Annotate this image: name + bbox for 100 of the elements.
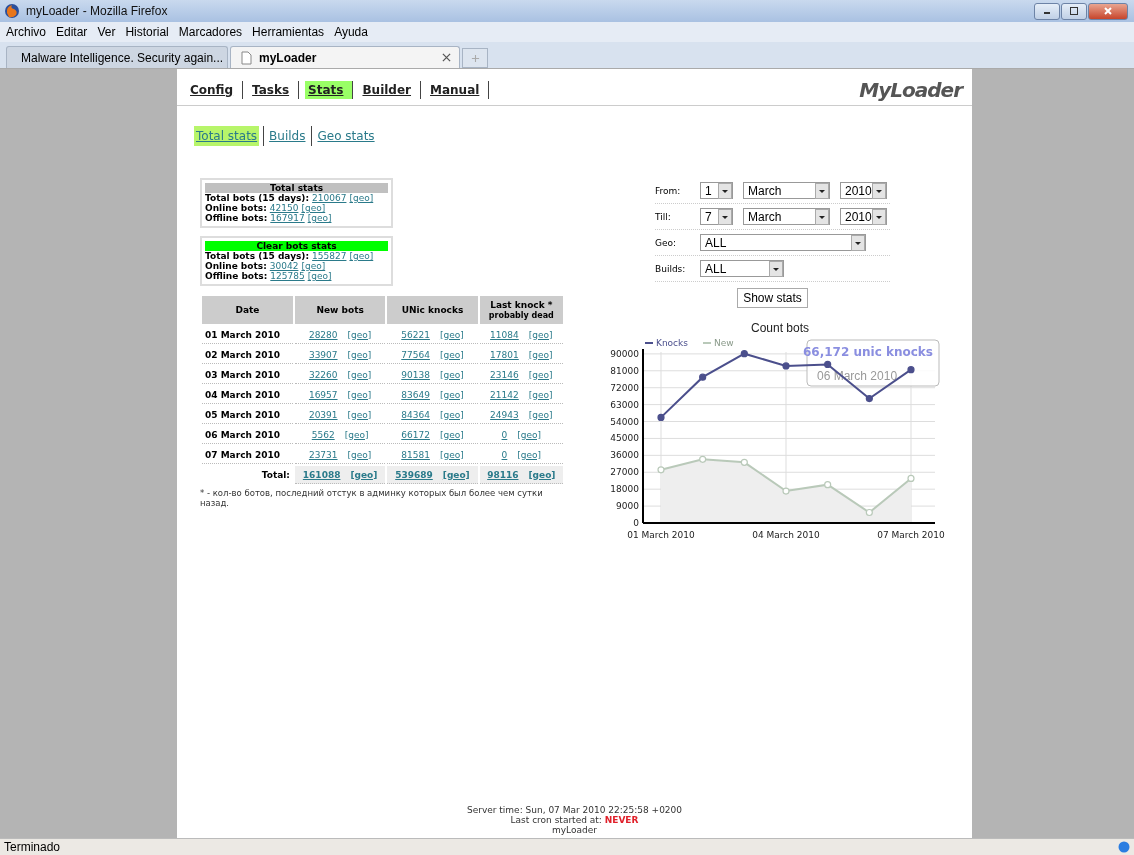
sub-nav-link[interactable]: Geo stats [311, 126, 377, 146]
close-icon[interactable] [442, 53, 451, 62]
geo-link[interactable]: [geo] [528, 409, 553, 420]
count-link[interactable]: 0 [501, 449, 508, 460]
nav-link[interactable]: Tasks [249, 81, 300, 99]
data-point[interactable] [699, 373, 707, 381]
geo-link[interactable]: [geo] [439, 369, 464, 380]
menu-item[interactable]: Editar [56, 25, 88, 39]
stat-value-link[interactable]: 42150 [269, 203, 299, 213]
geo-link[interactable]: [geo] [347, 349, 372, 360]
nav-link[interactable]: Builder [359, 81, 421, 99]
geo-link[interactable]: [geo] [439, 389, 464, 400]
count-link[interactable]: 23146 [490, 369, 519, 380]
browser-tab[interactable]: Malware Intelligence. Security again... [6, 46, 228, 68]
legend-item[interactable]: New [702, 338, 734, 348]
stat-value-link[interactable]: 125785 [270, 271, 305, 281]
data-point[interactable] [907, 366, 915, 374]
menu-item[interactable]: Marcadores [178, 25, 243, 39]
geo-link[interactable]: [geo] [307, 213, 332, 223]
geo-link[interactable]: [geo] [344, 429, 369, 440]
geo-link[interactable]: [geo] [528, 389, 553, 400]
count-link[interactable]: 33907 [308, 349, 338, 360]
maximize-button[interactable] [1061, 2, 1087, 20]
dropdown[interactable]: 1 [700, 182, 733, 199]
data-point[interactable] [865, 395, 873, 403]
count-link[interactable]: 81581 [401, 449, 430, 460]
geo-link[interactable]: [geo] [349, 251, 374, 261]
geo-link[interactable]: [geo] [301, 261, 326, 271]
nav-link[interactable]: Stats [305, 81, 354, 99]
count-link[interactable]: 16957 [308, 389, 338, 400]
dropdown[interactable]: 2010 [840, 208, 887, 225]
count-link[interactable]: 17801 [490, 349, 519, 360]
minimize-button[interactable] [1034, 2, 1060, 20]
count-link[interactable]: 5562 [311, 429, 335, 440]
total-link[interactable]: 161088 [302, 469, 341, 480]
dropdown[interactable]: 2010 [840, 182, 887, 199]
nav-link[interactable]: Manual [427, 81, 490, 99]
menu-item[interactable]: Historial [125, 25, 169, 39]
nav-link[interactable]: Config [187, 81, 244, 99]
dropdown[interactable]: March [743, 182, 830, 199]
geo-link[interactable]: [geo] [439, 409, 464, 420]
geo-link[interactable]: [geo] [528, 469, 556, 480]
geo-link[interactable]: [geo] [439, 329, 464, 340]
stat-value-link[interactable]: 155827 [312, 251, 347, 261]
data-point[interactable] [740, 350, 748, 358]
count-link[interactable]: 32260 [308, 369, 338, 380]
stat-value-link[interactable]: 30042 [269, 261, 299, 271]
count-link[interactable]: 11084 [490, 329, 519, 340]
geo-link[interactable]: [geo] [349, 193, 374, 203]
count-link[interactable]: 21142 [490, 389, 519, 400]
geo-link[interactable]: [geo] [528, 369, 553, 380]
geo-link[interactable]: [geo] [301, 203, 326, 213]
stat-value-link[interactable]: 210067 [312, 193, 347, 203]
dropdown[interactable]: March [743, 208, 830, 225]
count-link[interactable]: 20391 [308, 409, 338, 420]
geo-link[interactable]: [geo] [439, 449, 464, 460]
count-link[interactable]: 83649 [401, 389, 430, 400]
sub-nav-link[interactable]: Total stats [194, 126, 260, 146]
count-link[interactable]: 77564 [401, 349, 430, 360]
geo-link[interactable]: [geo] [347, 449, 372, 460]
menu-item[interactable]: Archivo [6, 25, 46, 39]
data-point[interactable] [782, 362, 790, 370]
close-button[interactable] [1088, 2, 1128, 20]
count-link[interactable]: 28280 [308, 329, 338, 340]
dropdown[interactable]: ALL [700, 234, 866, 251]
count-link[interactable]: 23731 [308, 449, 338, 460]
menu-item[interactable]: Ayuda [334, 25, 368, 39]
show-stats-button[interactable]: Show stats [737, 288, 808, 308]
data-point[interactable] [657, 413, 665, 421]
geo-link[interactable]: [geo] [439, 429, 464, 440]
menu-item[interactable]: Herramientas [252, 25, 325, 39]
geo-link[interactable]: [geo] [307, 271, 332, 281]
stat-value-link[interactable]: 167917 [270, 213, 305, 223]
dropdown[interactable]: 7 [700, 208, 733, 225]
count-link[interactable]: 66172 [401, 429, 430, 440]
geo-link[interactable]: [geo] [347, 369, 372, 380]
count-link[interactable]: 0 [501, 429, 508, 440]
count-link[interactable]: 56221 [401, 329, 430, 340]
data-point[interactable] [824, 360, 832, 368]
sub-nav-link[interactable]: Builds [263, 126, 308, 146]
legend-item[interactable]: Knocks [644, 338, 688, 348]
menu-item[interactable]: Ver [97, 25, 116, 39]
dropdown[interactable]: ALL [700, 260, 784, 277]
browser-tab[interactable]: myLoader [230, 46, 460, 68]
count-link[interactable]: 90138 [401, 369, 430, 380]
geo-link[interactable]: [geo] [350, 469, 378, 480]
geo-link[interactable]: [geo] [517, 429, 542, 440]
geo-link[interactable]: [geo] [528, 329, 553, 340]
geo-link[interactable]: [geo] [347, 389, 372, 400]
total-link[interactable]: 98116 [487, 469, 519, 480]
geo-link[interactable]: [geo] [517, 449, 542, 460]
geo-link[interactable]: [geo] [347, 329, 372, 340]
count-link[interactable]: 24943 [490, 409, 519, 420]
total-link[interactable]: 539689 [395, 469, 433, 480]
count-link[interactable]: 84364 [401, 409, 430, 420]
geo-link[interactable]: [geo] [439, 349, 464, 360]
geo-link[interactable]: [geo] [347, 409, 372, 420]
geo-link[interactable]: [geo] [528, 349, 553, 360]
axis-tick-label: 54000 [610, 416, 639, 427]
geo-link[interactable]: [geo] [442, 469, 470, 480]
